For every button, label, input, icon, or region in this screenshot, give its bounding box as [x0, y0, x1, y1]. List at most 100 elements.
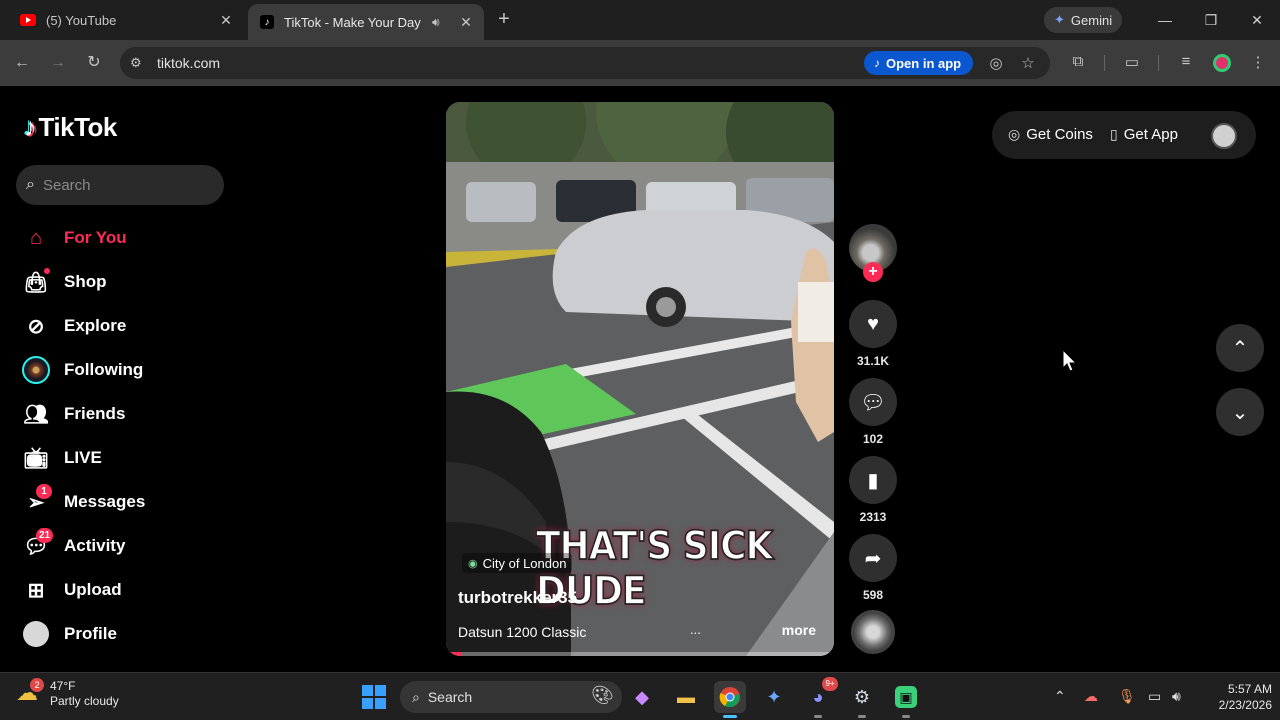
user-avatar[interactable] [1211, 123, 1237, 149]
previous-video-button[interactable]: ⌃ [1216, 324, 1264, 372]
reload-button[interactable]: ↻ [83, 52, 105, 74]
author-username[interactable]: turbotrekker35 [458, 588, 577, 608]
weather-widget[interactable]: ☁ 2 47°F Partly cloudy [16, 678, 119, 709]
sidebar-item-label: Friends [64, 404, 126, 423]
system-clock[interactable]: 5:57 AM 2/23/2026 [1196, 681, 1272, 713]
network-icon[interactable]: ▭ [1148, 688, 1161, 705]
speaker-icon[interactable]: 🔊︎ [432, 15, 450, 30]
eye-off-icon[interactable]: ◎ [986, 54, 1006, 72]
close-window-button[interactable]: ✕ [1242, 8, 1272, 32]
activity-badge: 21 [36, 528, 54, 543]
chevron-down-icon: ⌄ [1231, 401, 1249, 424]
sidebar-item-following[interactable]: Following [20, 348, 240, 392]
file-explorer-icon[interactable]: ▬ [670, 681, 702, 713]
windows-logo-tile [375, 698, 386, 709]
steam-icon[interactable]: ⚙ [846, 681, 878, 718]
volume-icon[interactable]: 🔊︎ [1172, 688, 1181, 705]
toolbar-divider [1158, 55, 1159, 71]
start-button[interactable] [362, 685, 386, 709]
site-info-icon[interactable]: ⚙ [130, 55, 142, 71]
bookmark-star-icon[interactable]: ☆ [1018, 54, 1038, 72]
sidebar-item-for-you[interactable]: ⌂ For You [20, 216, 240, 260]
restore-button[interactable]: ❐ [1196, 8, 1226, 32]
media-control-icon[interactable]: ≡ [1175, 53, 1197, 70]
more-button[interactable]: more [782, 622, 816, 638]
copilot-icon[interactable]: ◆ [626, 681, 658, 713]
home-icon: ⌂ [29, 226, 43, 249]
get-app-label: Get App [1123, 126, 1178, 143]
sidebar-item-activity[interactable]: 💬︎ 21 Activity [20, 524, 240, 568]
heart-icon[interactable]: ♥ [849, 300, 897, 348]
gemini-button[interactable]: ✦ Gemini [1044, 7, 1123, 33]
clock-time: 5:57 AM [1227, 682, 1272, 696]
creator-avatar[interactable]: + [849, 224, 897, 282]
tiktok-logo[interactable]: ♪ TikTok [24, 112, 117, 143]
chrome-icon[interactable] [714, 681, 746, 718]
weather-temperature: 47°F [50, 679, 76, 693]
microphone-icon[interactable]: 🎙︎ [1118, 688, 1136, 705]
bookmark-icon[interactable]: ▮ [849, 456, 897, 504]
sidebar-item-explore[interactable]: ⊘ Explore [20, 304, 240, 348]
close-tab-icon[interactable]: ✕ [216, 12, 236, 29]
weather-badge: 2 [30, 678, 44, 692]
sidebar-item-label: Following [64, 360, 144, 379]
tab-youtube[interactable]: (5) YouTube ✕ [8, 0, 244, 40]
url-text[interactable]: tiktok.com [157, 55, 220, 71]
tiktok-icon: ♪ [260, 15, 274, 29]
share-count: 598 [862, 588, 884, 602]
get-coins-button[interactable]: ◎ Get Coins [1008, 126, 1093, 143]
sidebar-item-upload[interactable]: ⊞ Upload [20, 568, 240, 612]
address-bar[interactable]: ⚙ tiktok.com ♪ Open in app ◎ ☆ [120, 47, 1050, 79]
taskbar-search-label: Search [427, 689, 473, 705]
gemini-sparkle-icon: ✦ [1054, 12, 1065, 27]
chevron-up-icon: ⌃ [1231, 337, 1249, 360]
follow-plus-button[interactable]: + [863, 262, 883, 282]
discord-badge: 9+ [822, 677, 838, 691]
cast-icon[interactable]: ▭ [1121, 53, 1143, 71]
tray-app-icon[interactable]: ☁ [1084, 688, 1098, 705]
comment-icon[interactable]: 💬︎ [849, 378, 897, 426]
search-input[interactable] [42, 176, 203, 194]
tiktok-icon: ♪ [874, 56, 880, 70]
forward-button[interactable]: → [47, 52, 69, 74]
sidebar-item-shop[interactable]: 👜︎ Shop [20, 260, 240, 304]
gemini-icon[interactable]: ✦ [758, 681, 790, 713]
music-disc-avatar[interactable] [851, 610, 895, 654]
search-box[interactable]: ⌕ [16, 165, 224, 205]
app-green-icon[interactable]: ▣ [890, 681, 922, 718]
minimize-button[interactable]: — [1150, 8, 1180, 32]
video-progress-bar[interactable] [446, 652, 834, 656]
coin-icon: ◎ [1008, 126, 1021, 142]
following-icon [20, 354, 52, 386]
live-tv-icon: 📺︎ [23, 447, 49, 470]
next-video-button[interactable]: ⌄ [1216, 388, 1264, 436]
green-app-glyph: ▣ [895, 686, 917, 708]
sidebar-item-label: Activity [64, 536, 126, 555]
taskbar-search[interactable]: ⌕ Search 🎨︎ [400, 681, 622, 713]
close-tab-icon[interactable]: ✕ [456, 14, 476, 31]
location-tag[interactable]: ◉ City of London [462, 553, 573, 573]
get-app-button[interactable]: ▯ Get App [1110, 126, 1178, 143]
new-tab-button[interactable]: + [492, 8, 516, 32]
video-progress-fill [446, 652, 462, 656]
messages-badge: 1 [36, 484, 52, 499]
open-in-app-label: Open in app [886, 55, 962, 71]
video-player[interactable]: THAT'S SICK DUDE ◉ City of London turbot… [446, 102, 834, 656]
extensions-icon[interactable]: ⧉ [1067, 53, 1089, 70]
sidebar-item-profile[interactable]: Profile [20, 612, 240, 656]
open-in-app-button[interactable]: ♪ Open in app [864, 51, 974, 75]
upload-plus-icon: ⊞ [27, 579, 45, 602]
back-button[interactable]: ← [11, 52, 33, 74]
save-count: 2313 [859, 510, 887, 524]
phone-icon: ▯ [1110, 126, 1118, 142]
tray-overflow-chevron-icon[interactable]: ⌃ [1054, 688, 1066, 705]
sidebar-item-live[interactable]: 📺︎ LIVE [20, 436, 240, 480]
browser-profile-avatar[interactable] [1213, 54, 1231, 72]
share-icon[interactable]: ➦ [849, 534, 897, 582]
sidebar-item-friends[interactable]: 👥︎ Friends [20, 392, 240, 436]
sidebar-item-messages[interactable]: ➢ 1 Messages [20, 480, 240, 524]
discord-icon[interactable]: ◕ 9+ [802, 677, 838, 718]
browser-menu-icon[interactable]: ⋮ [1247, 53, 1269, 71]
tab-tiktok[interactable]: ♪ TikTok - Make Your Day 🔊︎ ✕ [248, 4, 484, 40]
shop-notification-dot [44, 268, 50, 274]
